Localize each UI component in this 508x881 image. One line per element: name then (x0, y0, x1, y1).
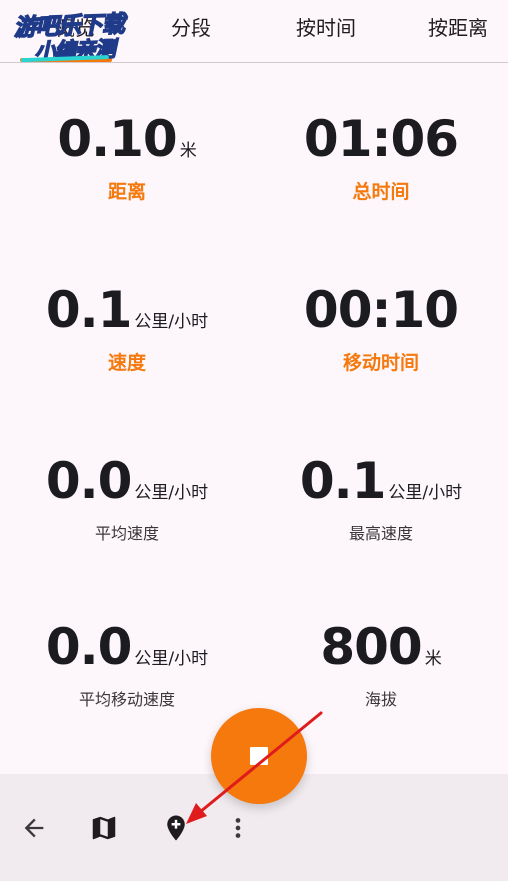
stat-label: 平均速度 (94, 524, 159, 543)
tab-by-distance[interactable]: 按距离 (420, 0, 496, 58)
stat-elevation: 800 米 海拔 (254, 616, 508, 710)
screen: 概览 分段 按时间 按距离 游吧乐下载 小编亲测 0.10 米 距离 01:06… (0, 0, 508, 881)
stat-unit: 公里/小时 (134, 483, 209, 503)
stat-value: 0.0 (45, 452, 133, 510)
back-button[interactable] (10, 804, 58, 852)
stat-label: 最高速度 (348, 524, 413, 543)
stat-label: 速度 (107, 352, 146, 374)
watermark: 游吧乐下载 小编亲测 (7, 1, 159, 65)
stat-label: 移动时间 (342, 352, 419, 374)
stat-value: 00:10 (303, 281, 459, 339)
stat-max-speed: 0.1 公里/小时 最高速度 (254, 450, 508, 544)
stat-label: 平均移动速度 (78, 690, 175, 709)
stat-unit: 米 (424, 649, 442, 669)
more-options-button[interactable] (214, 804, 262, 852)
stat-distance: 0.10 米 距离 (0, 108, 254, 202)
more-vert-icon (235, 818, 241, 838)
stat-value: 0.1 (299, 452, 387, 510)
add-location-icon (167, 815, 185, 841)
tab-split[interactable]: 分段 (160, 0, 222, 58)
stop-icon (250, 747, 268, 765)
map-icon (92, 816, 116, 840)
stat-unit: 公里/小时 (388, 483, 463, 503)
stop-recording-fab[interactable] (211, 708, 307, 804)
stat-average-speed: 0.0 公里/小时 平均速度 (0, 450, 254, 544)
stat-value: 01:06 (303, 110, 459, 168)
arrow-back-icon (24, 818, 44, 838)
stat-speed: 0.1 公里/小时 速度 (0, 279, 254, 373)
stat-unit: 公里/小时 (134, 312, 209, 332)
stat-label: 总时间 (352, 181, 410, 203)
stat-total-time: 01:06 总时间 (254, 108, 508, 202)
tab-bar: 概览 分段 按时间 按距离 游吧乐下载 小编亲测 (0, 0, 508, 65)
map-button[interactable] (80, 804, 128, 852)
stat-value: 0.1 (45, 281, 133, 339)
stat-unit: 米 (179, 141, 197, 161)
stat-value: 800 (320, 618, 422, 676)
stat-average-moving-speed: 0.0 公里/小时 平均移动速度 (0, 616, 254, 710)
stat-label: 海拔 (364, 690, 397, 709)
stat-value: 0.10 (57, 110, 177, 168)
stat-moving-time: 00:10 移动时间 (254, 279, 508, 373)
tab-by-time[interactable]: 按时间 (286, 0, 366, 58)
add-marker-button[interactable] (152, 804, 200, 852)
stat-value: 0.0 (45, 618, 133, 676)
stat-label: 距离 (107, 181, 146, 203)
stat-unit: 公里/小时 (134, 649, 209, 669)
